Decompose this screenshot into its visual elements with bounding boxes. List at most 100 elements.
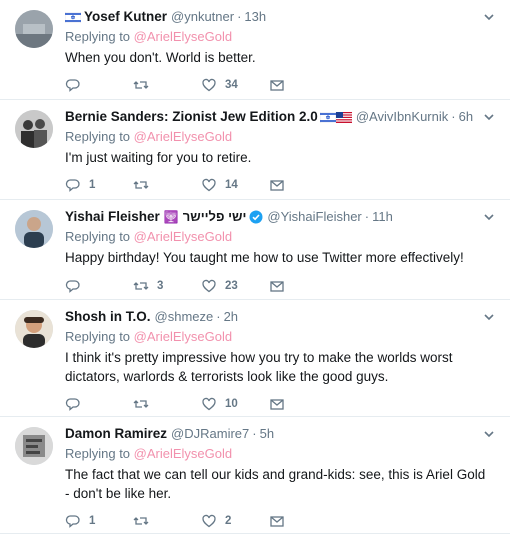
envelope-icon (270, 516, 284, 527)
verified-badge-icon (249, 210, 263, 224)
replying-label: Replying to (65, 29, 131, 44)
tweet-text: Happy birthday! You taught me how to use… (65, 250, 464, 265)
replying-to: Replying to @ArielElyseGold (65, 228, 232, 246)
reply-icon (65, 398, 80, 411)
message-button[interactable] (269, 177, 337, 193)
message-button[interactable] (269, 396, 337, 412)
like-button[interactable]: 34 (201, 77, 269, 93)
heart-icon (202, 178, 216, 192)
heart-icon (202, 279, 216, 293)
display-name[interactable]: Bernie Sanders: Zionist Jew Edition 2.0 (65, 108, 318, 126)
heart-icon (202, 397, 216, 411)
replying-to: Replying to @ArielElyseGold (65, 328, 232, 346)
user-handle[interactable]: @YishaiFleisher (267, 208, 361, 226)
reply-button[interactable] (65, 396, 133, 412)
retweet-count: 3 (157, 280, 164, 292)
timestamp[interactable]: 5h (260, 425, 274, 443)
tweet[interactable]: Yosef Kutner @ynkutner · 13h Replying to… (0, 0, 510, 100)
avatar[interactable] (15, 310, 53, 348)
timestamp[interactable]: 2h (224, 308, 238, 326)
timestamp[interactable]: 6h (459, 108, 473, 126)
like-button[interactable]: 14 (201, 177, 269, 193)
chevron-down-icon[interactable] (482, 110, 496, 124)
mention-link[interactable]: @ArielElyseGold (134, 129, 232, 144)
like-button[interactable]: 23 (201, 278, 269, 294)
timestamp[interactable]: 11h (372, 208, 393, 226)
tweet-text: The fact that we can tell our kids and g… (65, 467, 486, 501)
tweet-actions: 1 14 (65, 176, 337, 194)
user-handle[interactable]: @DJRamire7 (171, 425, 249, 443)
reply-icon (65, 79, 80, 92)
like-count: 34 (225, 79, 238, 91)
reply-icon (65, 515, 80, 528)
user-handle[interactable]: @ynkutner (171, 8, 234, 26)
mention-link[interactable]: @ArielElyseGold (134, 446, 232, 461)
tweet[interactable]: Shosh in T.O. @shmeze · 2h Replying to @… (0, 300, 510, 417)
mention-link[interactable]: @ArielElyseGold (134, 329, 232, 344)
replying-label: Replying to (65, 446, 131, 461)
message-button[interactable] (269, 278, 337, 294)
tweet[interactable]: Bernie Sanders: Zionist Jew Edition 2.0 … (0, 100, 510, 200)
envelope-icon (270, 281, 284, 292)
like-count: 23 (225, 280, 238, 292)
display-name[interactable]: Yosef Kutner (84, 8, 167, 26)
heart-icon (202, 514, 216, 528)
replying-label: Replying to (65, 129, 131, 144)
display-name[interactable]: Yishai Fleisher (65, 208, 160, 226)
tweet-header: Damon Ramirez @DJRamire7 · 5h (65, 425, 474, 443)
retweet-icon (133, 282, 149, 290)
avatar[interactable] (15, 210, 53, 248)
tweet-actions: 10 (65, 395, 337, 413)
display-name-hebrew[interactable]: ישי פליישר (183, 208, 247, 226)
message-button[interactable] (269, 513, 337, 529)
separator-dot: · (216, 309, 221, 324)
tweet-header: Yosef Kutner @ynkutner · 13h (65, 8, 474, 26)
avatar[interactable] (15, 110, 53, 148)
retweet-button[interactable] (133, 513, 201, 529)
us-flag-icon (335, 111, 352, 123)
user-handle[interactable]: @shmeze (155, 308, 214, 326)
retweet-button[interactable] (133, 396, 201, 412)
avatar[interactable] (15, 427, 53, 465)
replying-to: Replying to @ArielElyseGold (65, 445, 232, 463)
tweet[interactable]: Damon Ramirez @DJRamire7 · 5h Replying t… (0, 417, 510, 534)
replying-to: Replying to @ArielElyseGold (65, 28, 232, 46)
tweet-text: I'm just waiting for you to retire. (65, 150, 252, 165)
retweet-button[interactable]: 3 (133, 278, 201, 294)
separator-dot: · (237, 9, 242, 24)
chevron-down-icon[interactable] (482, 310, 496, 324)
separator-dot: · (451, 109, 456, 124)
reply-button[interactable] (65, 278, 133, 294)
retweet-icon (133, 517, 149, 525)
like-button[interactable]: 2 (201, 513, 269, 529)
chevron-down-icon[interactable] (482, 10, 496, 24)
message-button[interactable] (269, 77, 337, 93)
like-button[interactable]: 10 (201, 396, 269, 412)
retweet-button[interactable] (133, 77, 201, 93)
replying-to: Replying to @ArielElyseGold (65, 128, 232, 146)
envelope-icon (270, 399, 284, 410)
mention-link[interactable]: @ArielElyseGold (134, 229, 232, 244)
retweet-icon (133, 81, 149, 89)
avatar[interactable] (15, 10, 53, 48)
mention-link[interactable]: @ArielElyseGold (134, 29, 232, 44)
reply-count: 1 (89, 515, 96, 527)
chevron-down-icon[interactable] (482, 210, 496, 224)
israel-flag-icon (319, 111, 336, 123)
reply-icon (65, 179, 80, 192)
like-count: 14 (225, 179, 238, 191)
user-handle[interactable]: @AvivIbnKurnik (356, 108, 448, 126)
reply-button[interactable]: 1 (65, 513, 133, 529)
display-name[interactable]: Damon Ramirez (65, 425, 167, 443)
reply-button[interactable] (65, 77, 133, 93)
tweet-feed: Yosef Kutner @ynkutner · 13h Replying to… (0, 0, 510, 534)
heart-icon (202, 78, 216, 92)
envelope-icon (270, 180, 284, 191)
retweet-button[interactable] (133, 177, 201, 193)
tweet[interactable]: Yishai Fleisher 🕎 ישי פליישר @YishaiFlei… (0, 200, 510, 300)
chevron-down-icon[interactable] (482, 427, 496, 441)
reply-button[interactable]: 1 (65, 177, 133, 193)
display-name[interactable]: Shosh in T.O. (65, 308, 151, 326)
like-count: 2 (225, 515, 232, 527)
timestamp[interactable]: 13h (244, 8, 266, 26)
